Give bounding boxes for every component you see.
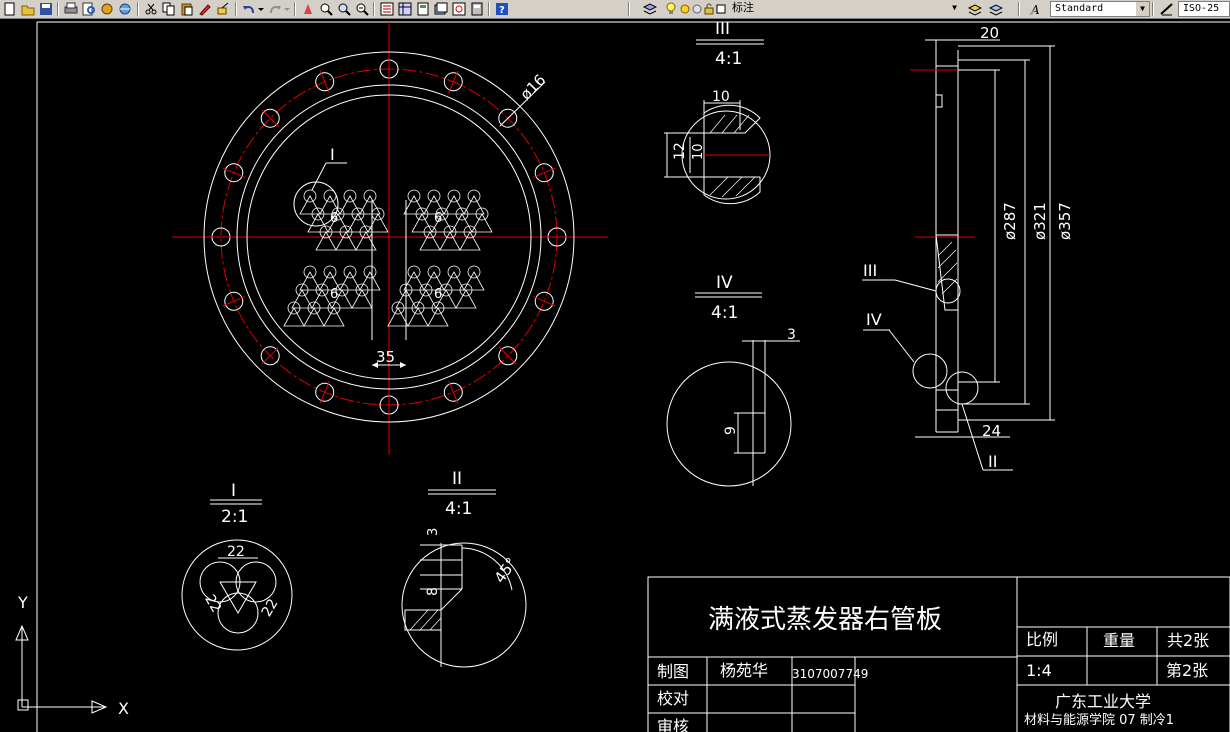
drawing-title: 满液式蒸发器右管板 bbox=[708, 605, 942, 635]
zoom-previous-icon[interactable] bbox=[353, 1, 370, 17]
layer-previous-icon[interactable] bbox=[987, 1, 1004, 17]
redo-icon[interactable] bbox=[266, 1, 283, 17]
calculator-icon[interactable] bbox=[468, 1, 485, 17]
dimension-style-icon[interactable] bbox=[1158, 1, 1175, 17]
3d-dwf-icon[interactable] bbox=[116, 1, 133, 17]
detail-III-title: III bbox=[715, 19, 730, 39]
standard-toolbar: ? 标注 ▼ A Standard ▼ ISO-25 bbox=[0, 0, 1230, 19]
dim-20: 20 bbox=[980, 24, 999, 42]
redo-dropdown-icon[interactable] bbox=[282, 1, 292, 17]
detail-IV-title: IV bbox=[716, 273, 733, 293]
dim-22-top: 22 bbox=[227, 544, 245, 560]
drawing-canvas[interactable]: ø16 I 35 6 6 6 6 III 4:1 10 12 10 IV 4:1… bbox=[0, 19, 1230, 732]
block-editor-icon[interactable] bbox=[214, 1, 231, 17]
layer-name: 标注 bbox=[732, 1, 754, 14]
dim-3: 3 bbox=[787, 327, 796, 343]
dim-3-label: 3 bbox=[426, 528, 441, 536]
dim-style-dropdown[interactable]: ISO-25 bbox=[1178, 1, 1230, 17]
layer-dropdown[interactable]: 标注 ▼ bbox=[728, 1, 961, 17]
print-icon[interactable] bbox=[62, 1, 79, 17]
detail-II-scale: 4:1 bbox=[445, 499, 472, 519]
dim-321: ø321 bbox=[1031, 202, 1049, 240]
weight-label: 重量 bbox=[1103, 631, 1135, 650]
chevron-down-icon[interactable]: ▼ bbox=[948, 1, 961, 15]
scale-label: 比例 bbox=[1026, 630, 1058, 649]
total-sheets: 共2张 bbox=[1167, 631, 1209, 650]
tool-palettes-icon[interactable] bbox=[414, 1, 431, 17]
design-center-icon[interactable] bbox=[396, 1, 413, 17]
save-icon[interactable] bbox=[37, 1, 54, 17]
zoom-realtime-icon[interactable] bbox=[317, 1, 334, 17]
text-style-value: Standard bbox=[1055, 3, 1104, 14]
detail-II-title: II bbox=[452, 469, 462, 489]
dim-287: ø287 bbox=[1001, 202, 1019, 240]
text-style-icon[interactable]: A bbox=[1027, 1, 1044, 17]
sheet-set-icon[interactable] bbox=[432, 1, 449, 17]
checked-by-label: 校对 bbox=[657, 689, 689, 708]
detail-I-scale: 2:1 bbox=[221, 507, 248, 527]
dim-10-top: 10 bbox=[712, 89, 730, 105]
group-label-bl: 6 bbox=[330, 287, 338, 302]
properties-icon[interactable] bbox=[378, 1, 395, 17]
undo-icon[interactable] bbox=[240, 1, 257, 17]
detail-IV-scale: 4:1 bbox=[711, 303, 738, 323]
match-properties-icon[interactable] bbox=[196, 1, 213, 17]
layer-lock-icon bbox=[703, 1, 715, 17]
university-name: 广东工业大学 bbox=[1055, 692, 1151, 711]
paste-icon[interactable] bbox=[178, 1, 195, 17]
dim-12: 12 bbox=[672, 142, 688, 160]
reviewed-by-label: 审核 bbox=[657, 717, 689, 732]
tag-III: III bbox=[863, 261, 877, 280]
dim-style-value: ISO-25 bbox=[1183, 3, 1220, 14]
new-file-icon[interactable] bbox=[1, 1, 18, 17]
publish-icon[interactable] bbox=[98, 1, 115, 17]
zoom-window-icon[interactable] bbox=[335, 1, 352, 17]
markup-set-icon[interactable] bbox=[450, 1, 467, 17]
detail-I-tag: I bbox=[330, 145, 335, 164]
dim-24: 24 bbox=[982, 422, 1001, 440]
dim-8-label: 8 bbox=[425, 587, 441, 596]
tag-II: II bbox=[988, 452, 997, 471]
ucs-x-label: X bbox=[118, 699, 129, 718]
dim-10-inner: 10 bbox=[691, 143, 706, 160]
chevron-down-icon[interactable]: ▼ bbox=[1136, 2, 1149, 16]
department-name: 材料与能源学院 07 制冷1 bbox=[1024, 712, 1174, 728]
svg-text:?: ? bbox=[499, 5, 505, 16]
help-icon[interactable]: ? bbox=[493, 1, 510, 17]
drawn-by-label: 制图 bbox=[657, 662, 689, 681]
plot-preview-icon[interactable] bbox=[80, 1, 97, 17]
make-object-layer-current-icon[interactable] bbox=[966, 1, 983, 17]
layer-color-swatch-icon bbox=[715, 1, 727, 17]
dim-35-label: 35 bbox=[376, 348, 395, 366]
drawn-by-name: 杨苑华 bbox=[720, 661, 768, 680]
group-label-tl: 6 bbox=[330, 211, 338, 226]
group-label-tr: 6 bbox=[434, 211, 442, 226]
student-id: 3107007749 bbox=[792, 667, 868, 681]
layer-viewport-icon bbox=[691, 1, 703, 17]
undo-dropdown-icon[interactable] bbox=[256, 1, 266, 17]
layer-on-bulb-icon bbox=[665, 1, 677, 17]
scale-value: 1:4 bbox=[1026, 661, 1052, 680]
sheet-number: 第2张 bbox=[1166, 661, 1208, 680]
dim-9: 9 bbox=[723, 426, 739, 435]
group-label-br: 6 bbox=[434, 287, 442, 302]
detail-I-title: I bbox=[231, 481, 236, 501]
cut-icon[interactable] bbox=[142, 1, 159, 17]
layer-thaw-sun-icon bbox=[678, 1, 692, 17]
pan-icon[interactable] bbox=[299, 1, 316, 17]
detail-III-scale: 4:1 bbox=[715, 49, 742, 69]
copy-icon[interactable] bbox=[160, 1, 177, 17]
tag-IV: IV bbox=[866, 310, 882, 329]
text-style-dropdown[interactable]: Standard ▼ bbox=[1050, 1, 1150, 17]
dim-357: ø357 bbox=[1056, 202, 1074, 240]
open-folder-icon[interactable] bbox=[19, 1, 36, 17]
layer-manager-icon[interactable] bbox=[641, 1, 658, 17]
ucs-y-label: Y bbox=[17, 593, 28, 612]
